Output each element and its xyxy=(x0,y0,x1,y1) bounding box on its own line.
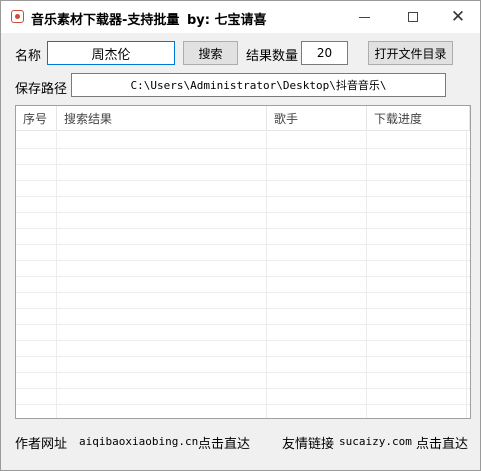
row-divider xyxy=(16,340,470,341)
row-divider xyxy=(16,180,470,181)
column-header-result[interactable]: 搜索结果 xyxy=(57,106,267,131)
row-divider xyxy=(16,228,470,229)
friend-link-label: 友情链接 xyxy=(282,437,335,452)
search-button-label: 搜索 xyxy=(198,46,223,61)
row-divider xyxy=(16,404,470,405)
title-bar[interactable]: 音乐素材下载器-支持批量 by: 七宝请喜 ✕ xyxy=(1,1,480,33)
window-title: 音乐素材下载器-支持批量 xyxy=(31,13,180,28)
column-header-progress[interactable]: 下载进度 xyxy=(367,106,470,131)
table-header: 序号 搜索结果 歌手 下载进度 xyxy=(16,106,470,131)
row-divider xyxy=(16,164,470,165)
close-button[interactable]: ✕ xyxy=(436,1,480,33)
minimize-icon xyxy=(358,16,370,18)
row-divider xyxy=(16,260,470,261)
row-divider xyxy=(16,276,470,277)
save-path-label: 保存路径 xyxy=(15,82,68,97)
author-site-link[interactable]: 点击直达 xyxy=(198,433,250,452)
name-label: 名称 xyxy=(15,49,42,64)
row-divider xyxy=(16,324,470,325)
close-icon: ✕ xyxy=(450,7,466,27)
column-header-label: 下载进度 xyxy=(374,112,423,126)
row-divider xyxy=(16,212,470,213)
author-site-url: aiqibaoxiaobing.cn xyxy=(79,435,199,448)
open-folder-button-label: 打开文件目录 xyxy=(374,46,447,61)
name-input-value: 周杰伦 xyxy=(91,47,131,63)
column-header-label: 搜索结果 xyxy=(64,112,113,126)
save-path-value: C:\Users\Administrator\Desktop\抖音音乐\ xyxy=(130,79,387,92)
app-window: 音乐素材下载器-支持批量 by: 七宝请喜 ✕ 名称 周杰伦 搜索 结果数量 2… xyxy=(0,0,481,471)
column-header-singer[interactable]: 歌手 xyxy=(267,106,367,131)
row-divider xyxy=(16,388,470,389)
row-divider xyxy=(16,196,470,197)
open-folder-button[interactable]: 打开文件目录 xyxy=(368,41,453,65)
search-button[interactable]: 搜索 xyxy=(183,41,238,65)
maximize-icon xyxy=(408,12,418,22)
column-header-label: 序号 xyxy=(23,112,48,126)
save-path-input[interactable]: C:\Users\Administrator\Desktop\抖音音乐\ xyxy=(71,73,446,97)
row-divider xyxy=(16,356,470,357)
friend-link-link[interactable]: 点击直达 xyxy=(416,433,468,452)
minimize-button[interactable] xyxy=(342,1,386,33)
friend-link-url: sucaizy.com xyxy=(339,435,412,448)
result-count-label: 结果数量 xyxy=(246,49,299,64)
name-input[interactable]: 周杰伦 xyxy=(47,41,175,65)
row-divider xyxy=(16,292,470,293)
row-divider xyxy=(16,372,470,373)
table-body xyxy=(16,132,470,418)
result-count-value: 20 xyxy=(316,46,333,60)
row-divider xyxy=(16,244,470,245)
window-author: by: 七宝请喜 xyxy=(187,13,267,28)
result-count-input[interactable]: 20 xyxy=(301,41,348,65)
row-divider xyxy=(16,308,470,309)
author-site-label: 作者网址 xyxy=(15,437,68,452)
column-header-index[interactable]: 序号 xyxy=(16,106,57,131)
app-icon xyxy=(11,10,24,23)
results-table[interactable]: 序号 搜索结果 歌手 下载进度 xyxy=(15,105,471,419)
maximize-button[interactable] xyxy=(391,1,435,33)
row-divider xyxy=(16,148,470,149)
column-header-label: 歌手 xyxy=(274,112,299,126)
